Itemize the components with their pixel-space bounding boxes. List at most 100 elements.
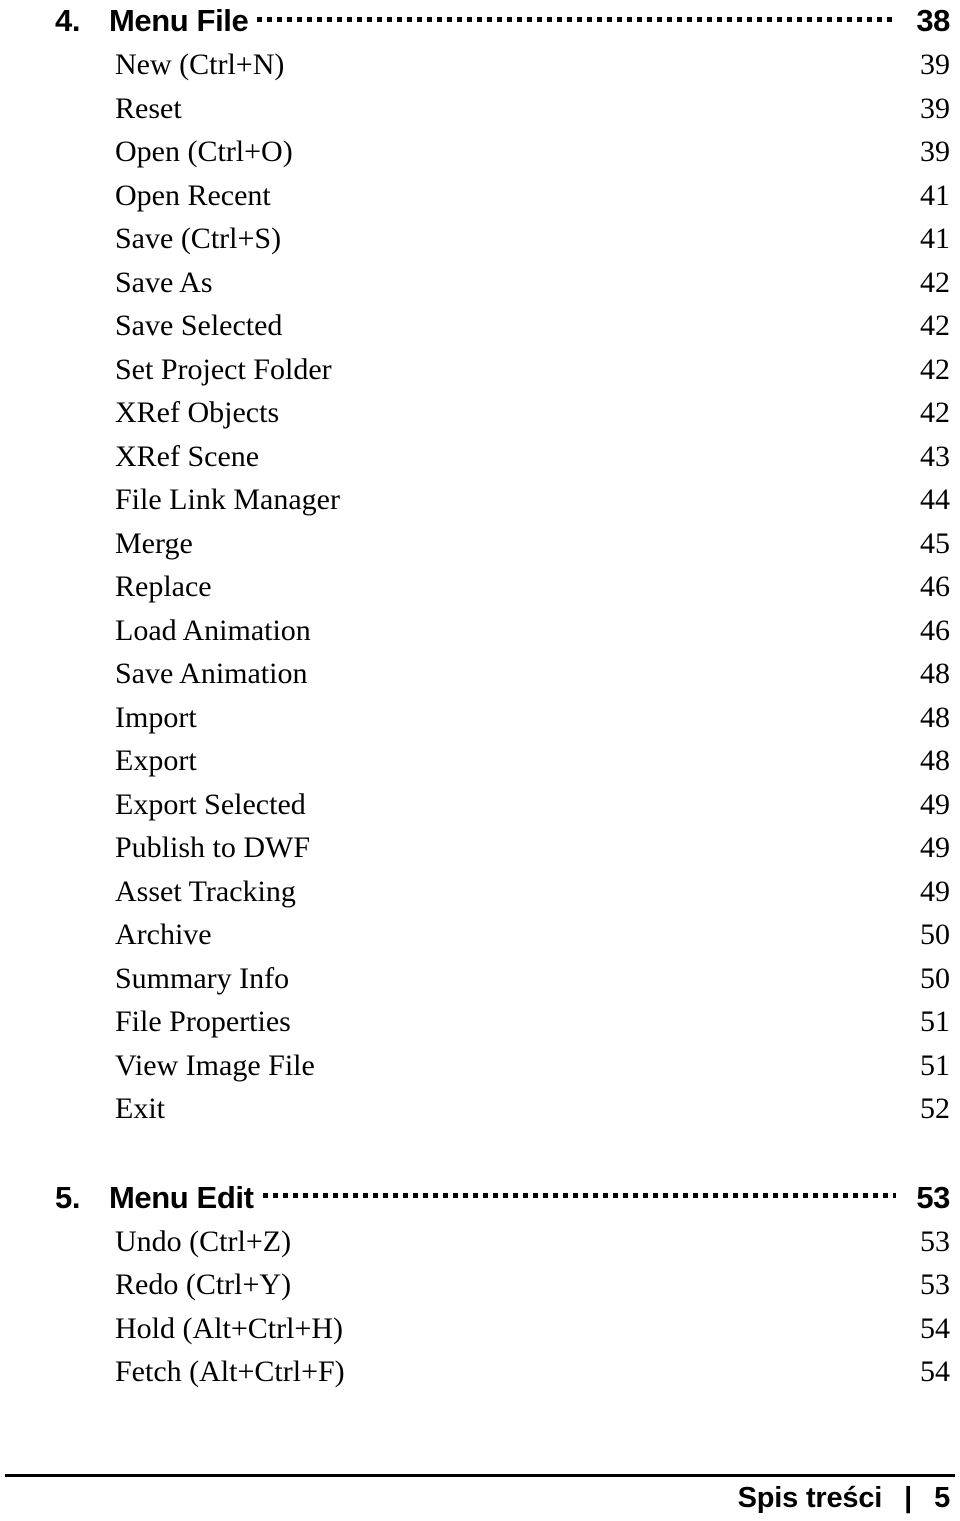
toc-entry-label: Reset — [115, 91, 182, 125]
toc-entry[interactable]: XRef Scene 43 — [0, 435, 960, 479]
toc-entry[interactable]: Hold (Alt+Ctrl+H) 54 — [0, 1307, 960, 1351]
toc-entry[interactable]: Replace 46 — [0, 565, 960, 609]
toc-entry-label: Publish to DWF — [115, 831, 311, 864]
section-number: 4. — [55, 3, 81, 38]
toc-section-heading[interactable]: 4. Menu File 38 — [0, 0, 960, 41]
toc-entry[interactable]: Publish to DWF 49 — [0, 826, 960, 870]
toc-entry[interactable]: Summary Info 50 — [0, 957, 960, 1001]
toc-entry[interactable]: Load Animation 46 — [0, 609, 960, 653]
toc-entry[interactable]: Archive 50 — [0, 913, 960, 957]
toc-entry-label: New (Ctrl+N) — [115, 48, 285, 81]
section-title: Menu File — [109, 3, 249, 38]
toc-entry-page-number: 51 — [920, 1048, 950, 1082]
toc-section-heading[interactable]: 5. Menu Edit 53 — [0, 1177, 960, 1218]
toc-entry-label: Import — [115, 700, 197, 734]
section-number: 5. — [55, 1179, 81, 1215]
dot-leader — [257, 0, 896, 31]
toc-entry-page-number: 45 — [920, 526, 950, 560]
toc-entry-label: File Link Manager — [115, 483, 340, 516]
toc-entry-page-number: 42 — [920, 396, 950, 429]
toc-entry-page-number: 39 — [920, 135, 950, 168]
toc-entry-page-number: 51 — [920, 1005, 950, 1038]
toc-entry-page-number: 50 — [920, 961, 950, 995]
toc-entry[interactable]: Save Selected 42 — [0, 304, 960, 348]
footer-label: Spis treści — [737, 1482, 883, 1514]
toc-entry-page-number: 53 — [920, 1224, 950, 1258]
toc-entry[interactable]: Set Project Folder 42 — [0, 348, 960, 392]
toc-entry[interactable]: Reset 39 — [0, 87, 960, 131]
toc-entry-label: Save (Ctrl+S) — [115, 222, 282, 255]
toc-entry[interactable]: Undo (Ctrl+Z) 53 — [0, 1220, 960, 1264]
toc-entry[interactable]: Merge 45 — [0, 522, 960, 566]
toc-entry-page-number: 52 — [920, 1092, 950, 1125]
toc-entry-label: Asset Tracking — [115, 874, 296, 908]
toc-entry[interactable]: Open (Ctrl+O) 39 — [0, 130, 960, 174]
toc-entry-label: Exit — [115, 1092, 165, 1125]
toc-entry-label: Export — [115, 744, 197, 777]
toc-entry[interactable]: Save Animation 48 — [0, 652, 960, 696]
toc-entry-label: Merge — [115, 526, 193, 560]
toc-entry-label: Save As — [115, 265, 213, 299]
toc-entry-page-number: 50 — [920, 918, 950, 951]
toc-entry[interactable]: XRef Objects 42 — [0, 391, 960, 435]
toc-entry[interactable]: New (Ctrl+N) 39 — [0, 43, 960, 87]
toc-entry-label: XRef Scene — [115, 439, 260, 473]
toc-entry-label: Save Animation — [115, 657, 308, 690]
toc-entry-page-number: 49 — [920, 831, 950, 864]
toc-page: 4. Menu File 38 New (Ctrl+N) 39 Reset 39 Open (… — [0, 0, 960, 1521]
section-title: Menu Edit — [109, 1179, 254, 1215]
section-page-number: 53 — [916, 1179, 950, 1215]
toc-entry-label: XRef Objects — [115, 396, 280, 429]
toc-entry[interactable]: Import 48 — [0, 696, 960, 740]
toc-entry-label: Open Recent — [115, 178, 271, 212]
toc-entry-page-number: 44 — [920, 483, 950, 516]
toc-entry-page-number: 39 — [920, 91, 950, 125]
toc-entry[interactable]: Asset Tracking 49 — [0, 870, 960, 914]
toc-entry[interactable]: Open Recent 41 — [0, 174, 960, 218]
toc-entry-page-number: 41 — [920, 178, 950, 212]
toc-entry-page-number: 48 — [920, 700, 950, 734]
toc-entry-label: Hold (Alt+Ctrl+H) — [115, 1311, 343, 1345]
toc-entry-label: Redo (Ctrl+Y) — [115, 1268, 292, 1301]
toc-entry-label: Replace — [115, 570, 212, 603]
toc-entry-page-number: 46 — [920, 613, 950, 647]
footer-separator: | — [904, 1482, 913, 1514]
toc-entry-label: Fetch (Alt+Ctrl+F) — [115, 1355, 345, 1388]
toc-entry[interactable]: File Link Manager 44 — [0, 478, 960, 522]
toc-entry-page-number: 43 — [920, 439, 950, 473]
toc-entry[interactable]: Exit 52 — [0, 1087, 960, 1131]
section-page-number: 38 — [916, 3, 950, 38]
toc-entry-label: Open (Ctrl+O) — [115, 135, 293, 168]
toc-entry-label: Load Animation — [115, 613, 311, 647]
toc-entry-page-number: 41 — [920, 222, 950, 255]
toc-entry-page-number: 49 — [920, 874, 950, 908]
toc-entry[interactable]: Export 48 — [0, 739, 960, 783]
toc-entry-label: Save Selected — [115, 309, 283, 342]
toc-entry-page-number: 39 — [920, 48, 950, 81]
toc-entry-label: Set Project Folder — [115, 352, 332, 386]
toc-entry-page-number: 54 — [920, 1355, 950, 1388]
toc-entry-page-number: 48 — [920, 744, 950, 777]
footer-page-number: 5 — [934, 1482, 950, 1514]
toc-entry-label: Export Selected — [115, 787, 306, 821]
toc-entry[interactable]: View Image File 51 — [0, 1044, 960, 1088]
toc-entry-label: File Properties — [115, 1005, 291, 1038]
toc-entry-page-number: 46 — [920, 570, 950, 603]
toc-entry[interactable]: Redo (Ctrl+Y) 53 — [0, 1263, 960, 1307]
toc-entry[interactable]: Fetch (Alt+Ctrl+F) 54 — [0, 1350, 960, 1394]
page-footer: Spis treści | 5 — [0, 1482, 951, 1515]
toc-entry[interactable]: File Properties 51 — [0, 1000, 960, 1044]
toc-entry-label: Summary Info — [115, 961, 290, 995]
footer-divider — [5, 1474, 955, 1477]
toc-entry-label: Archive — [115, 918, 212, 951]
toc-entry-page-number: 42 — [920, 265, 950, 299]
toc-entry-page-number: 54 — [920, 1311, 950, 1345]
toc-entry-label: Undo (Ctrl+Z) — [115, 1224, 292, 1258]
toc-entry[interactable]: Save (Ctrl+S) 41 — [0, 217, 960, 261]
toc-entry-page-number: 42 — [920, 352, 950, 386]
toc-entry[interactable]: Save As 42 — [0, 261, 960, 305]
dot-leader — [262, 1177, 897, 1208]
toc-entry-page-number: 48 — [920, 657, 950, 690]
toc-entry[interactable]: Export Selected 49 — [0, 783, 960, 827]
